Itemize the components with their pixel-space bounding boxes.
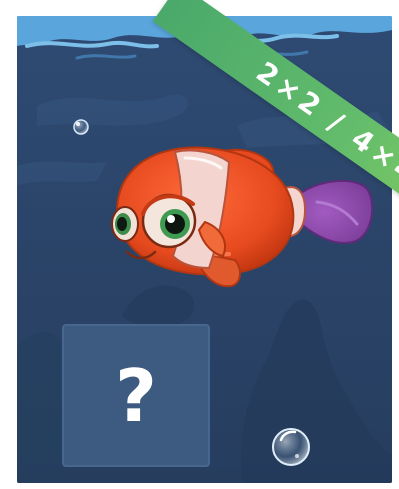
hidden-tile-button[interactable]: ?: [62, 324, 210, 467]
puzzle-card[interactable]: ? 2×2 / 4×4: [0, 0, 399, 489]
fish-eye-front: [141, 193, 197, 249]
bubble-small: [73, 119, 89, 135]
underwater-scene: ?: [17, 16, 392, 483]
fish-eye-back: [111, 206, 139, 242]
bubble-large: [272, 428, 310, 466]
question-mark-icon: ?: [115, 353, 157, 438]
